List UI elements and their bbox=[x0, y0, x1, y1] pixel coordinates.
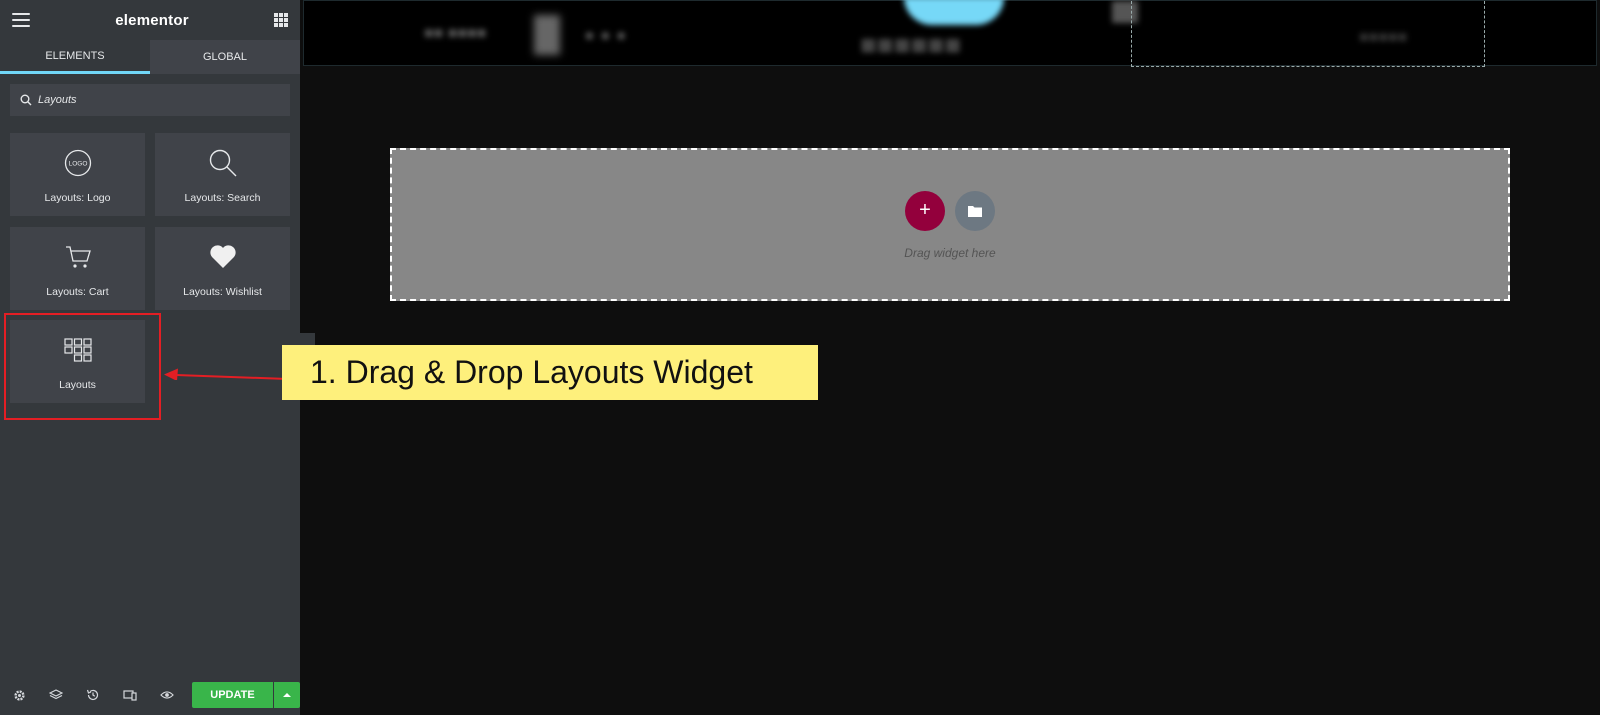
site-header-preview: ■■ ■■■■ ● ● ● ■■■■■■ ■■■■■ bbox=[303, 0, 1597, 67]
update-button[interactable]: UPDATE bbox=[192, 682, 273, 708]
add-template-button[interactable] bbox=[955, 191, 995, 231]
brand-logo: elementor bbox=[115, 11, 189, 29]
tab-global[interactable]: GLOBAL bbox=[150, 40, 300, 74]
apps-grid-icon[interactable] bbox=[274, 13, 288, 27]
preview-eye-icon[interactable] bbox=[160, 688, 174, 702]
layers-icon[interactable] bbox=[49, 688, 63, 702]
empty-section-dropzone[interactable]: + Drag widget here bbox=[390, 148, 1510, 301]
logo-icon: LOGO bbox=[10, 147, 145, 179]
blurred-header-content: ■■ ■■■■ bbox=[424, 25, 487, 42]
settings-gear-icon[interactable] bbox=[12, 688, 26, 702]
widget-highlight-box bbox=[4, 313, 161, 420]
widget-label: Layouts: Logo bbox=[44, 192, 111, 204]
folder-icon bbox=[968, 206, 982, 217]
annotation-arrow-icon bbox=[164, 368, 289, 380]
panel-tabs: ELEMENTS GLOBAL bbox=[0, 40, 300, 74]
annotation-note: 1. Drag & Drop Layouts Widget bbox=[282, 345, 818, 400]
blurred-header-accent bbox=[904, 0, 1004, 25]
blurred-header-icons: ● ● ● bbox=[584, 25, 627, 45]
widget-layouts-search[interactable]: Layouts: Search bbox=[155, 133, 290, 216]
widget-layouts-wishlist[interactable]: Layouts: Wishlist bbox=[155, 227, 290, 310]
header-selected-region[interactable] bbox=[1131, 1, 1485, 67]
sidebar-header: elementor bbox=[0, 0, 300, 40]
widget-label: Layouts: Wishlist bbox=[183, 286, 262, 298]
add-section-button[interactable]: + bbox=[905, 191, 945, 231]
heart-icon bbox=[155, 241, 290, 273]
editor-sidebar: elementor ELEMENTS GLOBAL LOGO Layouts: … bbox=[0, 0, 300, 715]
cart-icon bbox=[10, 241, 145, 273]
logo-icon-text: LOGO bbox=[68, 161, 87, 168]
tab-elements[interactable]: ELEMENTS bbox=[0, 40, 150, 74]
widget-label: Layouts: Search bbox=[184, 192, 261, 204]
search-icon bbox=[155, 147, 290, 179]
widget-label: Layouts: Cart bbox=[46, 286, 109, 298]
history-icon[interactable] bbox=[86, 688, 100, 702]
caret-up-icon bbox=[283, 693, 291, 697]
blurred-header-title: ■■■■■■ bbox=[860, 29, 962, 60]
widget-layouts-cart[interactable]: Layouts: Cart bbox=[10, 227, 145, 310]
widget-layouts-logo[interactable]: LOGO Layouts: Logo bbox=[10, 133, 145, 216]
widget-search bbox=[10, 84, 290, 116]
blurred-header-image bbox=[534, 15, 560, 55]
responsive-icon[interactable] bbox=[123, 688, 137, 702]
update-options-button[interactable] bbox=[274, 682, 300, 708]
search-input[interactable] bbox=[38, 94, 280, 106]
blurred-header-nav: ■■■■■ bbox=[1359, 29, 1408, 46]
dropzone-hint: Drag widget here bbox=[904, 246, 996, 260]
menu-icon[interactable] bbox=[12, 13, 30, 27]
sidebar-footer: UPDATE bbox=[0, 675, 300, 715]
search-icon bbox=[20, 94, 32, 106]
